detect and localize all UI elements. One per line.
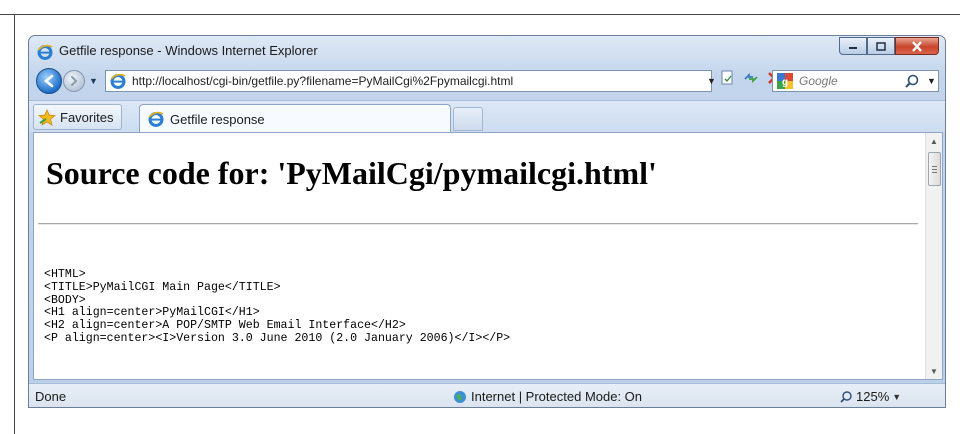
- address-input[interactable]: http://localhost/cgi-bin/getfile.py?file…: [132, 74, 513, 88]
- close-button[interactable]: [895, 37, 939, 55]
- search-options-dropdown-icon[interactable]: ▼: [927, 76, 936, 86]
- horizontal-rule: [38, 223, 918, 225]
- refresh-button[interactable]: [742, 69, 760, 87]
- scroll-up-icon[interactable]: ▲: [926, 133, 942, 149]
- ie-tab-icon: [148, 111, 164, 127]
- code-line: <P align=center><I>Version 3.0 June 2010…: [44, 331, 511, 345]
- maximize-icon: [876, 41, 886, 51]
- close-icon: [912, 40, 922, 52]
- scrollbar-thumb[interactable]: [928, 152, 941, 186]
- status-text: Done: [35, 389, 67, 404]
- forward-button[interactable]: [63, 70, 85, 92]
- window-title: Getfile response - Windows Internet Expl…: [59, 43, 318, 58]
- tab-getfile-response[interactable]: Getfile response: [139, 104, 451, 133]
- zoom-level: 125%: [856, 389, 890, 404]
- security-zone[interactable]: Internet | Protected Mode: On: [453, 389, 642, 404]
- address-bar[interactable]: http://localhost/cgi-bin/getfile.py?file…: [105, 70, 716, 92]
- new-tab-button[interactable]: [453, 107, 483, 131]
- title-bar[interactable]: Getfile response - Windows Internet Expl…: [29, 36, 945, 66]
- frame-line-top: [0, 14, 960, 15]
- zoom-dropdown-icon[interactable]: ▼: [892, 392, 901, 402]
- back-button[interactable]: [36, 68, 62, 94]
- thumb-grip: [932, 166, 937, 167]
- browser-window: Getfile response - Windows Internet Expl…: [28, 35, 946, 408]
- address-dropdown-icon[interactable]: ▼: [707, 76, 716, 86]
- minimize-icon: [849, 47, 857, 49]
- vertical-scrollbar[interactable]: ▲ ▼: [925, 133, 942, 379]
- search-box[interactable]: g Google ▼: [772, 70, 939, 92]
- search-icon[interactable]: [903, 73, 921, 91]
- navigation-bar: ▼ http://localhost/cgi-bin/getfile.py?fi…: [29, 66, 945, 96]
- zoom-magnifier-icon: [840, 390, 852, 403]
- page-content: Source code for: 'PyMailCgi/pymailcgi.ht…: [33, 132, 943, 380]
- thumb-grip: [932, 169, 937, 170]
- recent-pages-dropdown-icon[interactable]: ▼: [89, 76, 98, 86]
- ie-page-icon: [110, 73, 126, 89]
- source-code: <HTML> <TITLE>PyMailCGI Main Page</TITLE>…: [44, 268, 511, 346]
- page-heading: Source code for: 'PyMailCgi/pymailcgi.ht…: [46, 155, 657, 191]
- svg-text:g: g: [782, 77, 788, 88]
- thumb-grip: [932, 172, 937, 173]
- back-arrow-icon: [43, 74, 54, 88]
- maximize-button[interactable]: [867, 37, 895, 55]
- google-logo-icon: g: [777, 73, 793, 89]
- window-controls: [839, 37, 939, 55]
- ie-logo-icon: [37, 44, 53, 60]
- favorites-star-icon: [38, 108, 56, 126]
- frame-line-left: [14, 14, 15, 434]
- minimize-button[interactable]: [839, 37, 867, 55]
- favorites-button[interactable]: Favorites: [33, 104, 123, 130]
- scroll-down-icon[interactable]: ▼: [926, 363, 942, 379]
- tab-bar: Favorites Getfile response: [29, 100, 945, 133]
- internet-globe-icon: [454, 390, 466, 403]
- code-line: <TITLE>PyMailCGI Main Page</TITLE>: [44, 280, 281, 294]
- search-input[interactable]: Google: [799, 74, 838, 88]
- zoom-control[interactable]: 125% ▼: [839, 389, 901, 404]
- security-zone-label: Internet | Protected Mode: On: [471, 389, 643, 404]
- compatibility-view-icon: [721, 70, 733, 85]
- code-line: <HTML>: [44, 268, 86, 281]
- forward-arrow-icon: [71, 76, 78, 86]
- status-bar: Done Internet | Protected Mode: On 125% …: [29, 383, 945, 407]
- refresh-icon: [744, 72, 758, 84]
- tab-label: Getfile response: [170, 111, 265, 127]
- compatibility-view-button[interactable]: [719, 69, 737, 87]
- favorites-label: Favorites: [60, 109, 114, 125]
